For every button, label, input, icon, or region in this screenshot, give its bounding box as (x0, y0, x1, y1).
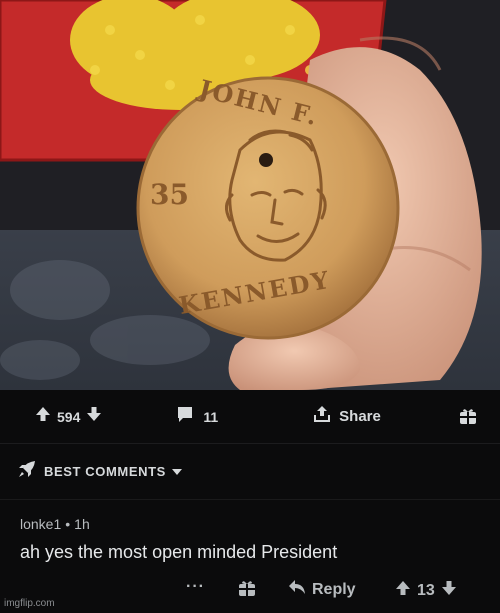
comment-bubble-icon (176, 405, 194, 428)
post-action-bar: 594 11 Share (0, 390, 500, 444)
upvote-arrow-icon[interactable] (395, 580, 411, 601)
share-button[interactable]: Share (313, 405, 381, 428)
comment-vote: 13 (395, 580, 457, 601)
downvote-arrow-icon[interactable] (441, 580, 457, 601)
share-label: Share (339, 408, 381, 425)
comment-count: 11 (203, 408, 219, 425)
award-gift-icon[interactable] (459, 407, 477, 430)
chevron-down-icon (171, 463, 182, 481)
meta-separator: • (65, 516, 71, 532)
comment-actions: ··· Reply 13 (0, 578, 500, 604)
comments-button[interactable]: 11 (176, 405, 218, 428)
comment-sort-selector[interactable]: BEST COMMENTS (0, 444, 500, 500)
comment-body: ah yes the most open minded President (20, 542, 338, 562)
share-icon (313, 405, 331, 428)
comment-vote-count: 13 (417, 581, 435, 599)
reply-button[interactable]: Reply (288, 579, 356, 600)
downvote-arrow-icon[interactable] (86, 406, 102, 427)
post-vote-count: 594 (57, 408, 81, 425)
sort-label: BEST COMMENTS (44, 464, 166, 479)
comment-age: 1h (74, 516, 90, 532)
comment: lonke1 • 1h ah yes the most open minded Pr… (0, 500, 500, 613)
post-vote: 594 (35, 406, 102, 427)
award-gift-icon[interactable] (238, 579, 256, 602)
cookie-number: 35 (150, 178, 189, 211)
upvote-arrow-icon[interactable] (35, 406, 51, 427)
more-options-button[interactable]: ··· (186, 578, 205, 596)
watermark: imgflip.com (4, 598, 55, 609)
reply-label: Reply (312, 580, 356, 598)
reply-arrow-icon (288, 579, 306, 600)
rocket-icon (18, 460, 36, 483)
comment-author[interactable]: lonke1 (20, 516, 61, 532)
comment-meta: lonke1 • 1h (20, 516, 90, 532)
post-image[interactable]: JOHN F. 35 KENNEDY (0, 0, 500, 390)
